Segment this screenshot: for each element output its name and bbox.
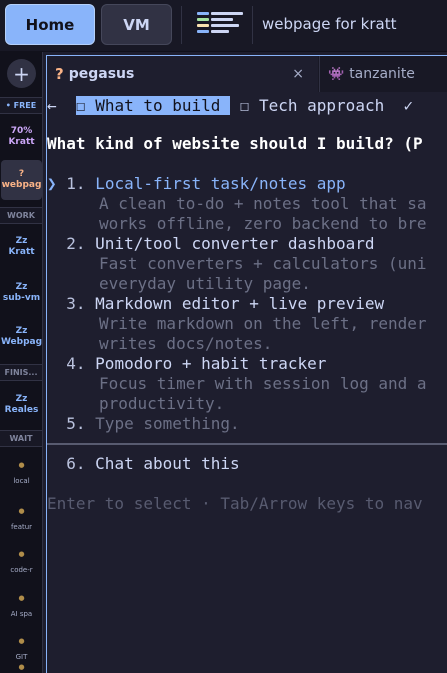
sidebar-item-code-review[interactable]: ● code-r xyxy=(1,544,42,580)
tab-label: pegasus xyxy=(68,66,135,82)
option-description: everyday utility page. xyxy=(99,274,311,293)
option-description: Write markdown on the left, render xyxy=(99,314,427,333)
option-5-input[interactable]: 5. Type something. xyxy=(47,414,240,433)
divider xyxy=(47,443,447,445)
option-number: 3. xyxy=(66,294,86,313)
sidebar-item-reales[interactable]: Zz Reales xyxy=(1,386,42,424)
option-description: writes docs/notes. xyxy=(99,334,273,353)
tab-bar: ? pegasus × 👾 tanzanite xyxy=(47,56,447,92)
back-arrow-icon[interactable]: ← xyxy=(47,96,57,115)
option-title: Pomodoro + habit tracker xyxy=(95,354,327,373)
status-dot-icon: ● xyxy=(18,593,25,602)
close-icon[interactable]: × xyxy=(292,66,304,82)
sidebar-item-ai-space[interactable]: ● AI spa xyxy=(1,588,42,624)
option-title: Local-first task/notes app xyxy=(95,174,346,193)
question-icon: ? xyxy=(55,65,64,83)
sidebar-item-label: webpag xyxy=(1,180,42,190)
keyboard-hint: Enter to select · Tab/Arrow keys to nav xyxy=(47,494,423,513)
section-work: WORK xyxy=(0,207,42,224)
sidebar-item-feature[interactable]: ● featur xyxy=(1,501,42,537)
window-title: webpage for kratt xyxy=(262,15,397,33)
sidebar-item-local[interactable]: ● local xyxy=(1,455,42,491)
sidebar-item-label: Reales xyxy=(4,405,39,415)
option-2[interactable]: 2. Unit/tool converter dashboard xyxy=(47,234,375,253)
option-description: Focus timer with session log and a xyxy=(99,374,427,393)
sidebar-item-label: Kratt xyxy=(8,247,35,257)
option-4[interactable]: 4. Pomodoro + habit tracker xyxy=(47,354,326,373)
option-title: Chat about this xyxy=(95,454,240,473)
sidebar-item-sub-vm[interactable]: Zz sub-vm xyxy=(1,274,42,312)
checkbox-icon: ☐ xyxy=(75,96,86,115)
option-description: Fast converters + calculators (uni xyxy=(99,254,427,273)
option-number: 6. xyxy=(66,454,86,473)
option-number: 4. xyxy=(66,354,86,373)
status-dot-icon: ● xyxy=(18,506,25,515)
invader-icon: 👾 xyxy=(328,66,345,82)
option-title: Markdown editor + live preview xyxy=(95,294,385,313)
sleep-icon: Zz xyxy=(15,235,28,246)
sidebar-item-label: local xyxy=(13,476,30,485)
section-free: • FREE xyxy=(0,97,42,114)
sleep-icon: Zz xyxy=(15,393,28,404)
step-tech-approach[interactable]: ☐ Tech approach xyxy=(240,96,385,115)
sidebar-item-kratt[interactable]: 70% Kratt xyxy=(1,118,42,156)
sleep-icon: Zz xyxy=(15,325,28,336)
option-title: Unit/tool converter dashboard xyxy=(95,234,375,253)
sidebar-item-label: featur xyxy=(10,522,33,531)
vm-button[interactable]: VM xyxy=(101,4,172,45)
option-1[interactable]: ❯ 1. Local-first task/notes app xyxy=(47,174,346,193)
tab-tanzanite[interactable]: 👾 tanzanite xyxy=(319,56,447,92)
option-description: A clean to-do + notes tool that sa xyxy=(99,194,427,213)
top-bar: Home VM webpage for kratt xyxy=(0,0,447,52)
sidebar-item-label: Kratt xyxy=(8,137,35,147)
add-session-button[interactable]: + xyxy=(7,59,36,88)
divider xyxy=(252,6,253,44)
option-number: 5. xyxy=(66,414,86,433)
sidebar-item-kratt-work[interactable]: Zz Kratt xyxy=(1,228,42,266)
option-number: 1. xyxy=(66,174,86,193)
sidebar-item-label: code-r xyxy=(10,565,33,574)
question-icon: ? xyxy=(18,168,25,179)
sleep-icon: Zz xyxy=(15,281,28,292)
tab-pegasus[interactable]: ? pegasus × xyxy=(47,56,318,92)
checkbox-icon: ☐ xyxy=(239,96,250,115)
section-wait: WAIT xyxy=(0,430,42,447)
pointer-icon: ❯ xyxy=(47,174,57,193)
option-description: works offline, zero backend to bre xyxy=(99,214,427,233)
option-description: productivity. xyxy=(99,394,225,413)
sidebar-item-webpage-work[interactable]: Zz Webpag xyxy=(1,318,42,356)
status-dot-icon: ● xyxy=(18,662,25,671)
sidebar-item-label: AI spa xyxy=(10,609,33,618)
status-dot-icon: ● xyxy=(18,549,25,558)
sidebar: + • FREE 70% Kratt ? webpag WORK Zz Krat… xyxy=(0,52,43,673)
step-label: Tech approach xyxy=(258,96,385,115)
home-button[interactable]: Home xyxy=(5,4,95,45)
option-6[interactable]: 6. Chat about this xyxy=(47,454,240,473)
section-finished: FINIS... xyxy=(0,364,42,381)
divider xyxy=(181,6,182,44)
layout-menu-icon[interactable] xyxy=(197,12,243,38)
step-what-to-build[interactable]: ☐ What to build xyxy=(75,96,231,115)
status-dot-icon: ● xyxy=(18,636,25,645)
option-title: Type something. xyxy=(95,414,240,433)
sidebar-item-label: sub-vm xyxy=(2,293,41,303)
step-navigator: ← ☐ What to build ☐ Tech approach ✓ xyxy=(47,94,413,118)
option-number: 2. xyxy=(66,234,86,253)
check-icon[interactable]: ✓ xyxy=(403,96,413,115)
tab-label: tanzanite xyxy=(349,66,415,82)
step-label: What to build xyxy=(95,96,221,115)
progress-label: 70% xyxy=(10,125,33,136)
status-dot-icon: ● xyxy=(18,460,25,469)
sidebar-item-label: Webpag xyxy=(0,337,43,347)
option-3[interactable]: 3. Markdown editor + live preview xyxy=(47,294,384,313)
sidebar-item-more[interactable]: ● xyxy=(1,660,42,673)
sidebar-item-webpage[interactable]: ? webpag xyxy=(1,160,42,200)
question-text: What kind of website should I build? (P xyxy=(47,134,423,153)
terminal-panel: ? pegasus × 👾 tanzanite ← ☐ What to buil… xyxy=(46,55,447,673)
